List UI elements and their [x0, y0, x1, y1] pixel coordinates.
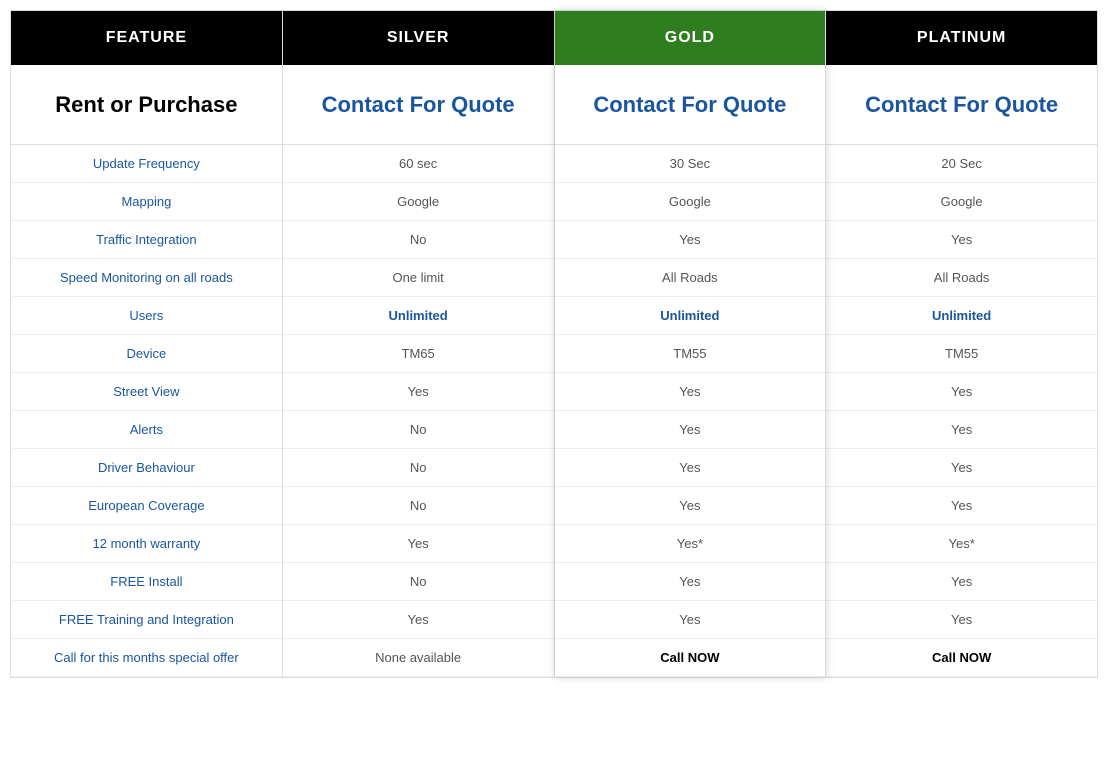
col-silver-row-8: No — [283, 449, 554, 487]
col-platinum: PLATINUMContact For Quote20 SecGoogleYes… — [826, 11, 1097, 677]
col-platinum-row-10: Yes* — [826, 525, 1097, 563]
col-feature-row-12: FREE Training and Integration — [11, 601, 282, 639]
col-gold-row-6: Yes — [555, 373, 826, 411]
col-gold-row-9: Yes — [555, 487, 826, 525]
col-silver-row-0: 60 sec — [283, 145, 554, 183]
col-gold-price[interactable]: Contact For Quote — [555, 65, 826, 145]
col-platinum-row-3: All Roads — [826, 259, 1097, 297]
col-feature-row-10: 12 month warranty — [11, 525, 282, 563]
col-silver-row-13: None available — [283, 639, 554, 677]
col-silver-row-11: No — [283, 563, 554, 601]
col-feature-row-13: Call for this months special offer — [11, 639, 282, 677]
col-feature-row-9: European Coverage — [11, 487, 282, 525]
col-platinum-row-6: Yes — [826, 373, 1097, 411]
col-feature-row-0: Update Frequency — [11, 145, 282, 183]
col-silver-price[interactable]: Contact For Quote — [283, 65, 554, 145]
col-platinum-row-9: Yes — [826, 487, 1097, 525]
col-platinum-row-0: 20 Sec — [826, 145, 1097, 183]
col-gold-row-12: Yes — [555, 601, 826, 639]
col-platinum-row-1: Google — [826, 183, 1097, 221]
col-gold-row-3: All Roads — [555, 259, 826, 297]
col-silver-row-6: Yes — [283, 373, 554, 411]
col-feature-row-8: Driver Behaviour — [11, 449, 282, 487]
col-platinum-header: PLATINUM — [826, 11, 1097, 65]
col-feature-row-11: FREE Install — [11, 563, 282, 601]
col-silver: SILVERContact For Quote60 secGoogleNoOne… — [283, 11, 555, 677]
col-platinum-row-2: Yes — [826, 221, 1097, 259]
col-silver-row-7: No — [283, 411, 554, 449]
col-feature-row-5: Device — [11, 335, 282, 373]
col-feature-row-4: Users — [11, 297, 282, 335]
col-feature: FEATURERent or PurchaseUpdate FrequencyM… — [11, 11, 283, 677]
col-silver-row-2: No — [283, 221, 554, 259]
col-gold-row-5: TM55 — [555, 335, 826, 373]
col-platinum-row-12: Yes — [826, 601, 1097, 639]
col-platinum-row-4: Unlimited — [826, 297, 1097, 335]
col-silver-row-3: One limit — [283, 259, 554, 297]
col-platinum-row-5: TM55 — [826, 335, 1097, 373]
col-silver-row-9: No — [283, 487, 554, 525]
col-feature-price: Rent or Purchase — [11, 65, 282, 145]
col-gold-row-13: Call NOW — [555, 639, 826, 677]
col-gold-row-7: Yes — [555, 411, 826, 449]
col-platinum-row-13: Call NOW — [826, 639, 1097, 677]
col-gold-header: GOLD — [555, 11, 826, 65]
col-feature-header: FEATURE — [11, 11, 282, 65]
col-gold: GOLDContact For Quote30 SecGoogleYesAll … — [555, 11, 827, 677]
col-platinum-row-8: Yes — [826, 449, 1097, 487]
col-gold-row-10: Yes* — [555, 525, 826, 563]
col-gold-row-1: Google — [555, 183, 826, 221]
col-silver-row-12: Yes — [283, 601, 554, 639]
col-feature-row-7: Alerts — [11, 411, 282, 449]
col-silver-header: SILVER — [283, 11, 554, 65]
col-feature-row-6: Street View — [11, 373, 282, 411]
pricing-table: FEATURERent or PurchaseUpdate FrequencyM… — [10, 10, 1098, 678]
col-silver-row-5: TM65 — [283, 335, 554, 373]
col-feature-row-2: Traffic Integration — [11, 221, 282, 259]
col-silver-row-4: Unlimited — [283, 297, 554, 335]
col-silver-row-1: Google — [283, 183, 554, 221]
col-gold-row-2: Yes — [555, 221, 826, 259]
col-silver-row-10: Yes — [283, 525, 554, 563]
col-gold-row-0: 30 Sec — [555, 145, 826, 183]
col-gold-row-4: Unlimited — [555, 297, 826, 335]
col-platinum-row-7: Yes — [826, 411, 1097, 449]
col-platinum-price[interactable]: Contact For Quote — [826, 65, 1097, 145]
col-feature-row-3: Speed Monitoring on all roads — [11, 259, 282, 297]
col-platinum-row-11: Yes — [826, 563, 1097, 601]
col-gold-row-11: Yes — [555, 563, 826, 601]
col-gold-row-8: Yes — [555, 449, 826, 487]
col-feature-row-1: Mapping — [11, 183, 282, 221]
